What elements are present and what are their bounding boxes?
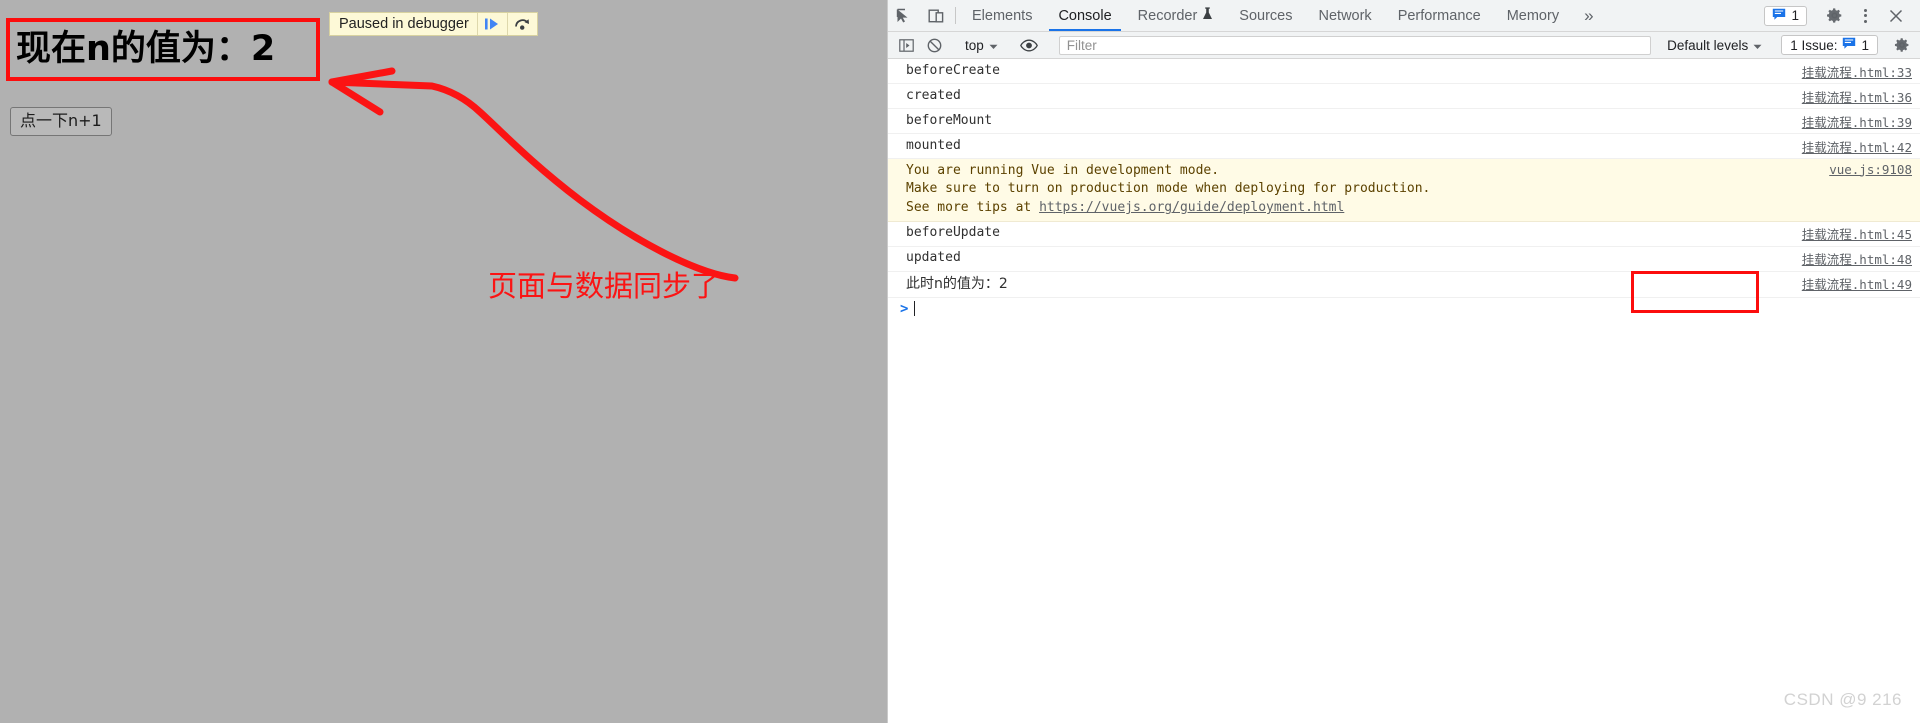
console-log-source-link[interactable]: 挂载流程.html:45 (1802, 224, 1912, 243)
sync-annotation-text: 页面与数据同步了 (488, 269, 721, 303)
tab-label: Performance (1397, 7, 1481, 24)
console-log-source-link[interactable]: 挂载流程.html:33 (1802, 62, 1912, 81)
more-tabs-chevron-icon[interactable]: » (1572, 0, 1605, 31)
tab-recorder[interactable]: Recorder (1125, 0, 1227, 31)
console-log-row: beforeCreate 挂载流程.html:33 (888, 59, 1920, 84)
console-log-row: created 挂载流程.html:36 (888, 84, 1920, 109)
tab-label: Sources (1239, 7, 1293, 24)
current-value-heading: 现在n的值为：2 (16, 29, 276, 69)
console-log-message: updated (906, 250, 961, 266)
tab-label: Elements (972, 7, 1033, 24)
console-log-message: beforeUpdate (906, 225, 1000, 241)
paused-in-debugger-label: Paused in debugger (339, 16, 469, 32)
issues-count: 1 (1861, 37, 1869, 53)
close-icon[interactable] (1880, 9, 1912, 23)
console-log-source-link[interactable]: 挂载流程.html:36 (1802, 87, 1912, 106)
console-log-rows: beforeCreate 挂载流程.html:33 created 挂载流程.html… (888, 59, 1920, 298)
tab-memory[interactable]: Memory (1494, 0, 1572, 31)
kebab-menu-icon[interactable] (1852, 8, 1878, 23)
console-issues-button[interactable]: 1 Issue: 1 (1781, 35, 1878, 55)
devtools-panel: Elements Console Recorder Sources Networ… (887, 0, 1920, 723)
clear-console-icon[interactable] (921, 34, 947, 57)
issue-message-icon (1772, 8, 1786, 24)
paused-in-debugger-bar: Paused in debugger (329, 12, 538, 36)
console-log-row: You are running Vue in development mode.… (888, 159, 1920, 222)
console-log-message: beforeMount (906, 112, 993, 128)
tab-label: Console (1058, 7, 1112, 24)
tab-sources[interactable]: Sources (1226, 0, 1305, 31)
console-log-row: updated 挂载流程.html:48 (888, 247, 1920, 272)
console-log-row: mounted 挂载流程.html:42 (888, 134, 1920, 159)
tab-elements[interactable]: Elements (959, 0, 1045, 31)
devtools-tabstrip-actions: 1 (1764, 0, 1920, 31)
csdn-watermark: CSDN @9 216 (1783, 690, 1902, 709)
console-prompt-cursor (914, 301, 916, 317)
red-annotation-arrow (328, 67, 739, 282)
issues-label: 1 Issue: (1790, 37, 1838, 53)
execution-context-value: top (965, 37, 984, 53)
console-log-message: mounted (906, 137, 961, 153)
console-log-source-link[interactable]: vue.js:9108 (1829, 162, 1912, 177)
console-log-source-link[interactable]: 挂载流程.html:48 (1802, 249, 1912, 268)
tab-label: Recorder (1137, 7, 1198, 24)
increment-button[interactable]: 点一下n+1 (10, 107, 112, 136)
devtools-tabstrip: Elements Console Recorder Sources Networ… (888, 0, 1920, 32)
resume-script-icon[interactable] (476, 13, 507, 35)
console-log-row: beforeMount 挂载流程.html:39 (888, 109, 1920, 134)
device-toolbar-icon[interactable] (920, 0, 952, 31)
log-levels-value: Default levels (1667, 37, 1749, 53)
console-log-source-link[interactable]: 挂载流程.html:39 (1802, 112, 1912, 131)
console-log-row: beforeUpdate 挂载流程.html:45 (888, 222, 1920, 247)
console-filter-placeholder: Filter (1066, 37, 1097, 53)
console-log-source-link[interactable]: 挂载流程.html:42 (1802, 137, 1912, 156)
console-prompt-row[interactable]: > (888, 298, 1920, 320)
tab-label: Memory (1506, 7, 1560, 24)
chevron-down-icon (1753, 38, 1762, 53)
console-log-message: beforeCreate (906, 62, 1000, 78)
live-expression-eye-icon[interactable] (1016, 34, 1042, 57)
console-log-list[interactable]: beforeCreate 挂载流程.html:33 created 挂载流程.html… (888, 59, 1920, 723)
log-levels-select[interactable]: Default levels (1659, 38, 1770, 53)
console-toolbar: top Filter Default levels 1 Issue: 1 (888, 32, 1920, 59)
gear-icon[interactable] (1889, 34, 1915, 57)
chevron-down-icon (989, 38, 998, 53)
tab-console[interactable]: Console (1045, 0, 1124, 31)
console-log-message: You are running Vue in development mode.… (906, 162, 1431, 216)
console-log-source-link[interactable]: 挂载流程.html:49 (1802, 274, 1912, 293)
web-page-viewport: 现在n的值为：2 点一下n+1 Paused in debugger 页面与数据… (0, 0, 887, 723)
tab-label: Network (1318, 7, 1372, 24)
console-log-row: 此时n的值为：2 挂载流程.html:49 (888, 272, 1920, 298)
step-over-icon[interactable] (506, 13, 537, 35)
value-display-highlight-box: 现在n的值为：2 (6, 18, 320, 81)
gear-icon[interactable] (1818, 7, 1850, 24)
issues-badge-count: 1 (1791, 8, 1799, 23)
toolbar-divider (955, 7, 956, 24)
console-log-message: created (906, 87, 961, 103)
execution-context-select[interactable]: top (958, 38, 1005, 53)
issue-message-icon (1842, 37, 1856, 53)
tab-network[interactable]: Network (1306, 0, 1385, 31)
console-log-message: 此时n的值为：2 (906, 276, 1008, 293)
inspect-element-icon[interactable] (888, 0, 920, 31)
flask-icon (1202, 6, 1213, 25)
tab-performance[interactable]: Performance (1385, 0, 1494, 31)
issues-badge[interactable]: 1 (1764, 5, 1807, 26)
console-log-inline-link[interactable]: https://vuejs.org/guide/deployment.html (1039, 200, 1344, 215)
console-prompt-caret: > (900, 300, 909, 317)
console-filter-input[interactable]: Filter (1058, 35, 1652, 55)
console-sidebar-icon[interactable] (893, 34, 919, 57)
screenshot-root: 现在n的值为：2 点一下n+1 Paused in debugger 页面与数据… (0, 0, 1920, 723)
